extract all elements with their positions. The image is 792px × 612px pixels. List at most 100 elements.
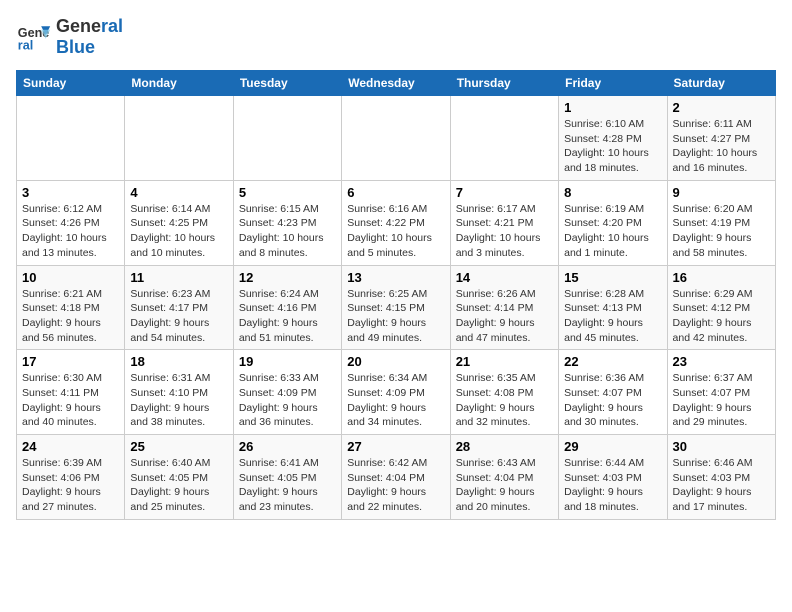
day-number: 21 (456, 354, 553, 369)
calendar-cell: 10 Sunrise: 6:21 AM Sunset: 4:18 PM Dayli… (17, 265, 125, 350)
calendar-cell (125, 96, 233, 181)
day-number: 27 (347, 439, 444, 454)
day-info: Sunrise: 6:24 AM Sunset: 4:16 PM Dayligh… (239, 287, 336, 346)
day-info: Sunrise: 6:15 AM Sunset: 4:23 PM Dayligh… (239, 202, 336, 261)
day-number: 26 (239, 439, 336, 454)
day-info: Sunrise: 6:42 AM Sunset: 4:04 PM Dayligh… (347, 456, 444, 515)
calendar-cell: 29 Sunrise: 6:44 AM Sunset: 4:03 PM Dayli… (559, 435, 667, 520)
day-info: Sunrise: 6:37 AM Sunset: 4:07 PM Dayligh… (673, 371, 770, 430)
day-number: 15 (564, 270, 661, 285)
calendar-cell: 11 Sunrise: 6:23 AM Sunset: 4:17 PM Dayli… (125, 265, 233, 350)
calendar-cell (450, 96, 558, 181)
day-info: Sunrise: 6:23 AM Sunset: 4:17 PM Dayligh… (130, 287, 227, 346)
day-info: Sunrise: 6:34 AM Sunset: 4:09 PM Dayligh… (347, 371, 444, 430)
calendar-cell: 7 Sunrise: 6:17 AM Sunset: 4:21 PM Daylig… (450, 180, 558, 265)
logo: Gene ral General Blue (16, 16, 123, 58)
day-number: 20 (347, 354, 444, 369)
day-info: Sunrise: 6:44 AM Sunset: 4:03 PM Dayligh… (564, 456, 661, 515)
day-info: Sunrise: 6:46 AM Sunset: 4:03 PM Dayligh… (673, 456, 770, 515)
calendar-cell: 14 Sunrise: 6:26 AM Sunset: 4:14 PM Dayli… (450, 265, 558, 350)
page-header: Gene ral General Blue (16, 16, 776, 58)
day-info: Sunrise: 6:17 AM Sunset: 4:21 PM Dayligh… (456, 202, 553, 261)
calendar-cell: 9 Sunrise: 6:20 AM Sunset: 4:19 PM Daylig… (667, 180, 775, 265)
day-info: Sunrise: 6:14 AM Sunset: 4:25 PM Dayligh… (130, 202, 227, 261)
day-info: Sunrise: 6:43 AM Sunset: 4:04 PM Dayligh… (456, 456, 553, 515)
day-number: 11 (130, 270, 227, 285)
day-info: Sunrise: 6:26 AM Sunset: 4:14 PM Dayligh… (456, 287, 553, 346)
calendar-cell: 23 Sunrise: 6:37 AM Sunset: 4:07 PM Dayli… (667, 350, 775, 435)
calendar-cell: 8Sunrise: 6:19 AM Sunset: 4:20 PM Daylig… (559, 180, 667, 265)
calendar-cell (342, 96, 450, 181)
calendar-cell: 25Sunrise: 6:40 AM Sunset: 4:05 PM Dayli… (125, 435, 233, 520)
day-number: 12 (239, 270, 336, 285)
day-number: 23 (673, 354, 770, 369)
calendar-cell: 24 Sunrise: 6:39 AM Sunset: 4:06 PM Dayli… (17, 435, 125, 520)
day-number: 16 (673, 270, 770, 285)
calendar-cell: 17 Sunrise: 6:30 AM Sunset: 4:11 PM Dayli… (17, 350, 125, 435)
calendar-table: SundayMondayTuesdayWednesdayThursdayFrid… (16, 70, 776, 520)
day-info: Sunrise: 6:39 AM Sunset: 4:06 PM Dayligh… (22, 456, 119, 515)
calendar-cell: 26 Sunrise: 6:41 AM Sunset: 4:05 PM Dayli… (233, 435, 341, 520)
calendar-cell: 5 Sunrise: 6:15 AM Sunset: 4:23 PM Daylig… (233, 180, 341, 265)
calendar-cell: 28 Sunrise: 6:43 AM Sunset: 4:04 PM Dayli… (450, 435, 558, 520)
day-info: Sunrise: 6:10 AM Sunset: 4:28 PM Dayligh… (564, 117, 661, 176)
calendar-cell: 27 Sunrise: 6:42 AM Sunset: 4:04 PM Dayli… (342, 435, 450, 520)
day-info: Sunrise: 6:30 AM Sunset: 4:11 PM Dayligh… (22, 371, 119, 430)
day-number: 17 (22, 354, 119, 369)
day-info: Sunrise: 6:21 AM Sunset: 4:18 PM Dayligh… (22, 287, 119, 346)
calendar-cell: 13Sunrise: 6:25 AM Sunset: 4:15 PM Dayli… (342, 265, 450, 350)
calendar-cell: 22Sunrise: 6:36 AM Sunset: 4:07 PM Dayli… (559, 350, 667, 435)
calendar-cell: 1 Sunrise: 6:10 AM Sunset: 4:28 PM Daylig… (559, 96, 667, 181)
day-number: 28 (456, 439, 553, 454)
day-number: 22 (564, 354, 661, 369)
day-number: 29 (564, 439, 661, 454)
calendar-cell: 15 Sunrise: 6:28 AM Sunset: 4:13 PM Dayli… (559, 265, 667, 350)
day-info: Sunrise: 6:35 AM Sunset: 4:08 PM Dayligh… (456, 371, 553, 430)
calendar-cell: 16 Sunrise: 6:29 AM Sunset: 4:12 PM Dayli… (667, 265, 775, 350)
day-info: Sunrise: 6:11 AM Sunset: 4:27 PM Dayligh… (673, 117, 770, 176)
day-info: Sunrise: 6:25 AM Sunset: 4:15 PM Dayligh… (347, 287, 444, 346)
weekday-header-friday: Friday (559, 71, 667, 96)
calendar-cell: 4 Sunrise: 6:14 AM Sunset: 4:25 PM Daylig… (125, 180, 233, 265)
day-number: 7 (456, 185, 553, 200)
calendar-cell (233, 96, 341, 181)
weekday-header-monday: Monday (125, 71, 233, 96)
day-info: Sunrise: 6:40 AM Sunset: 4:05 PM Dayligh… (130, 456, 227, 515)
weekday-header-tuesday: Tuesday (233, 71, 341, 96)
day-number: 4 (130, 185, 227, 200)
day-number: 5 (239, 185, 336, 200)
day-info: Sunrise: 6:31 AM Sunset: 4:10 PM Dayligh… (130, 371, 227, 430)
day-info: Sunrise: 6:20 AM Sunset: 4:19 PM Dayligh… (673, 202, 770, 261)
day-number: 30 (673, 439, 770, 454)
day-number: 6 (347, 185, 444, 200)
weekday-header-wednesday: Wednesday (342, 71, 450, 96)
day-number: 3 (22, 185, 119, 200)
calendar-cell: 3 Sunrise: 6:12 AM Sunset: 4:26 PM Daylig… (17, 180, 125, 265)
weekday-header-sunday: Sunday (17, 71, 125, 96)
day-number: 14 (456, 270, 553, 285)
calendar-cell: 2Sunrise: 6:11 AM Sunset: 4:27 PM Daylig… (667, 96, 775, 181)
calendar-cell: 21 Sunrise: 6:35 AM Sunset: 4:08 PM Dayli… (450, 350, 558, 435)
calendar-cell (17, 96, 125, 181)
calendar-cell: 6 Sunrise: 6:16 AM Sunset: 4:22 PM Daylig… (342, 180, 450, 265)
day-number: 9 (673, 185, 770, 200)
weekday-header-thursday: Thursday (450, 71, 558, 96)
day-info: Sunrise: 6:19 AM Sunset: 4:20 PM Dayligh… (564, 202, 661, 261)
day-info: Sunrise: 6:41 AM Sunset: 4:05 PM Dayligh… (239, 456, 336, 515)
day-info: Sunrise: 6:28 AM Sunset: 4:13 PM Dayligh… (564, 287, 661, 346)
day-info: Sunrise: 6:16 AM Sunset: 4:22 PM Dayligh… (347, 202, 444, 261)
weekday-header-saturday: Saturday (667, 71, 775, 96)
calendar-cell: 18 Sunrise: 6:31 AM Sunset: 4:10 PM Dayli… (125, 350, 233, 435)
day-number: 10 (22, 270, 119, 285)
calendar-cell: 19 Sunrise: 6:33 AM Sunset: 4:09 PM Dayli… (233, 350, 341, 435)
day-info: Sunrise: 6:12 AM Sunset: 4:26 PM Dayligh… (22, 202, 119, 261)
logo-icon: Gene ral (16, 19, 52, 55)
day-number: 24 (22, 439, 119, 454)
day-info: Sunrise: 6:29 AM Sunset: 4:12 PM Dayligh… (673, 287, 770, 346)
day-info: Sunrise: 6:33 AM Sunset: 4:09 PM Dayligh… (239, 371, 336, 430)
day-number: 1 (564, 100, 661, 115)
day-number: 19 (239, 354, 336, 369)
svg-text:ral: ral (18, 39, 33, 53)
day-number: 18 (130, 354, 227, 369)
calendar-cell: 30 Sunrise: 6:46 AM Sunset: 4:03 PM Dayli… (667, 435, 775, 520)
